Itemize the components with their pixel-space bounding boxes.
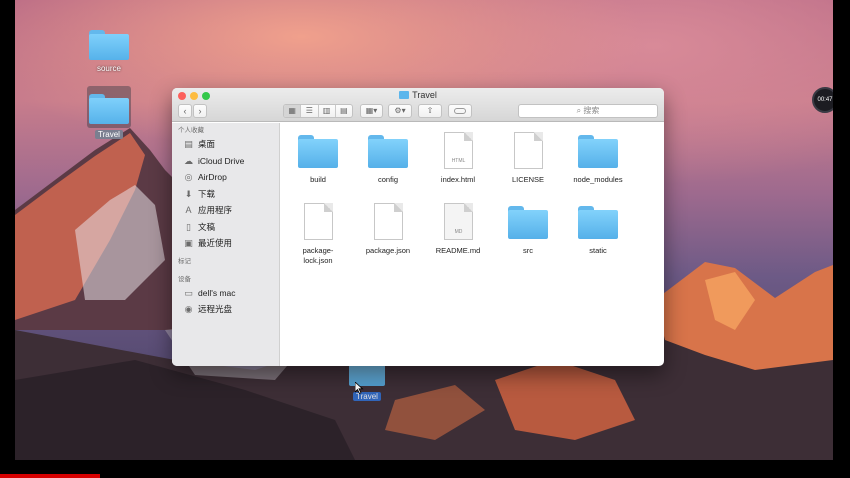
window-titlebar[interactable]: Travel ‹ › ▦ ☰ ▥ ▤ ▦▾ ⚙▾ ⇧ ⌕ 搜索 [172,88,664,122]
video-progress-bar[interactable] [0,474,100,478]
airdrop-icon: ◎ [184,172,193,182]
sidebar-item-remote-disc[interactable]: ◉ 远程光盘 [172,301,279,318]
sidebar-section-devices: 设备 [178,275,191,283]
folder-icon [508,200,548,240]
computer-icon: ▭ [184,287,193,298]
sidebar-item-recents[interactable]: ▣ 最近使用 [172,235,279,252]
recording-timer: 00:47 [812,87,833,113]
search-icon: ⌕ [576,106,582,115]
download-icon: ⬇ [184,188,193,199]
sidebar-item-downloads[interactable]: ⬇ 下载 [172,186,279,203]
file-item-node-modules[interactable]: node_modules [563,129,633,185]
folder-icon [399,91,410,99]
sidebar-section-favorites: 个人收藏 [178,127,204,134]
recents-icon: ▣ [184,238,193,248]
file-item-package-lock-json[interactable]: package- lock.json [283,200,353,266]
view-mode-group: ▦ ☰ ▥ ▤ [283,104,353,118]
folder-icon [89,94,129,124]
back-button[interactable]: ‹ [178,104,192,118]
video-letterbox-right [833,0,850,478]
icon-view-button[interactable]: ▦ [284,105,302,117]
window-title-text: Travel [412,90,437,100]
folder-icon [578,200,618,240]
folder-icon [89,30,129,60]
html-document-icon: HTML [438,129,478,169]
video-letterbox-left [0,0,15,478]
document-icon [508,129,548,169]
edit-tags-button[interactable] [448,104,472,118]
file-grid: build config HTML index.html LICENSE nod… [280,123,664,366]
file-item-package-json[interactable]: package.json [353,200,423,256]
desktop-folder-source[interactable]: source [79,30,139,73]
sidebar-item-desktop[interactable]: ▤ 桌面 [172,136,279,153]
sidebar-item-applications[interactable]: A 应用程序 [172,202,279,219]
column-view-button[interactable]: ▥ [319,105,336,117]
search-field[interactable]: ⌕ 搜索 [518,104,658,118]
desktop-folder-label: source [96,64,121,73]
cloud-icon: ☁ [184,155,193,166]
file-item-license[interactable]: LICENSE [493,129,563,185]
file-item-readme-md[interactable]: MD README.md [423,200,493,256]
disc-icon: ◉ [184,304,193,314]
file-name: README.md [435,246,481,255]
document-icon [298,200,338,240]
arrange-button[interactable]: ▦▾ [360,104,383,118]
markdown-document-icon: MD [438,200,478,240]
folder-icon [298,129,338,169]
file-name: package- lock.json [302,246,334,265]
mouse-cursor-icon [355,382,364,394]
file-name: index.html [440,175,476,184]
applications-icon: A [185,205,192,215]
share-button[interactable]: ⇧ [418,104,442,118]
folder-icon [578,129,618,169]
documents-icon: ▯ [186,221,191,232]
file-name: package.json [365,246,411,255]
finder-window: Travel ‹ › ▦ ☰ ▥ ▤ ▦▾ ⚙▾ ⇧ ⌕ 搜索 个人收藏 ▤ 桌面… [172,88,664,366]
file-name: static [589,246,607,255]
desktop-icon: ▤ [184,139,193,149]
list-view-button[interactable]: ☰ [301,105,319,117]
action-gear-button[interactable]: ⚙▾ [388,104,412,118]
document-icon [368,200,408,240]
file-item-build[interactable]: build [283,129,353,185]
sidebar-section-tags[interactable]: 标记 [172,257,279,267]
video-letterbox-bottom [0,460,850,478]
file-name: node_modules [573,175,623,184]
search-placeholder: 搜索 [583,106,600,115]
file-item-static[interactable]: static [563,200,633,256]
file-item-src[interactable]: src [493,200,563,256]
sidebar-item-documents[interactable]: ▯ 文稿 [172,219,279,236]
file-name: src [523,246,533,255]
file-name: config [377,175,398,184]
window-title: Travel [172,90,664,100]
file-name: LICENSE [511,175,545,184]
sidebar: 个人收藏 ▤ 桌面 ☁ iCloud Drive ◎ AirDrop ⬇ 下载 A 应用程… [172,123,280,366]
gallery-view-button[interactable]: ▤ [336,105,352,117]
folder-icon [368,129,408,169]
tag-icon [454,108,466,114]
file-name: build [310,175,326,184]
sidebar-item-airdrop[interactable]: ◎ AirDrop [172,169,279,186]
file-item-config[interactable]: config [353,129,423,185]
desktop-folder-travel[interactable]: Travel [79,86,139,142]
file-item-index-html[interactable]: HTML index.html [423,129,493,185]
forward-button[interactable]: › [193,104,207,118]
sidebar-item-computer[interactable]: ▭ dell's mac [172,285,279,302]
desktop-folder-label: Travel [95,130,123,139]
sidebar-item-icloud-drive[interactable]: ☁ iCloud Drive [172,153,279,170]
